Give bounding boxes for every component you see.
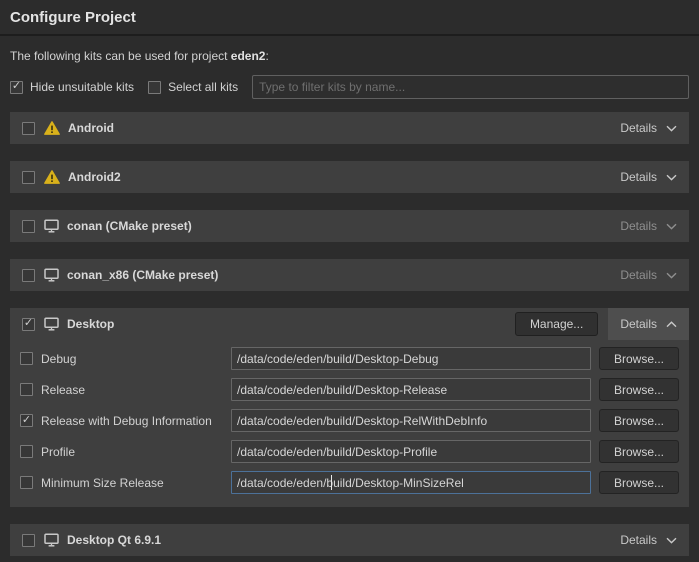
build-path-input-focused[interactable] xyxy=(231,471,591,494)
kit-name: Android2 xyxy=(68,170,121,184)
browse-button[interactable]: Browse... xyxy=(599,378,679,401)
kit-row-desktop[interactable]: Desktop Manage... Details xyxy=(10,308,689,340)
details-toggle[interactable]: Details xyxy=(608,161,689,193)
details-toggle[interactable]: Details xyxy=(608,524,689,556)
chevron-down-icon xyxy=(666,537,677,544)
hide-unsuitable-kits-label: Hide unsuitable kits xyxy=(30,80,134,94)
build-path-input[interactable] xyxy=(231,347,591,370)
build-path-input[interactable] xyxy=(231,440,591,463)
warning-icon xyxy=(44,170,60,184)
config-checkbox[interactable] xyxy=(20,445,33,458)
checkbox-checked-icon[interactable] xyxy=(10,81,23,94)
chevron-down-icon xyxy=(666,174,677,181)
details-toggle[interactable]: Details xyxy=(608,259,689,291)
config-row-debug: Debug Browse... xyxy=(20,347,679,370)
select-all-kits-checkbox[interactable]: Select all kits xyxy=(148,80,238,94)
details-label: Details xyxy=(620,317,657,331)
details-toggle[interactable]: Details xyxy=(608,308,689,340)
desktop-icon xyxy=(44,268,59,282)
kit-name: Desktop xyxy=(67,317,114,331)
config-row-release: Release Browse... xyxy=(20,378,679,401)
desktop-icon xyxy=(44,533,59,547)
config-row-relwithdebinfo: Release with Debug Information Browse... xyxy=(20,409,679,432)
path-field-wrap xyxy=(231,440,591,463)
config-row-minsizerel: Minimum Size Release Browse... xyxy=(20,471,679,494)
config-checkbox[interactable] xyxy=(20,414,33,427)
kit-checkbox[interactable] xyxy=(22,534,35,547)
kit-name: conan (CMake preset) xyxy=(67,219,192,233)
kit-name: conan_x86 (CMake preset) xyxy=(67,268,218,282)
details-label: Details xyxy=(620,170,657,184)
warning-icon xyxy=(44,121,60,135)
path-field-wrap xyxy=(231,471,591,494)
hide-unsuitable-kits-checkbox[interactable]: Hide unsuitable kits xyxy=(10,80,134,94)
kit-checkbox[interactable] xyxy=(22,171,35,184)
config-checkbox[interactable] xyxy=(20,476,33,489)
kit-row-conan-x86[interactable]: conan_x86 (CMake preset) Details xyxy=(10,259,689,291)
browse-button[interactable]: Browse... xyxy=(599,409,679,432)
chevron-down-icon xyxy=(666,223,677,230)
kit-checkbox[interactable] xyxy=(22,122,35,135)
kit-row-android[interactable]: Android Details xyxy=(10,112,689,144)
desktop-icon xyxy=(44,317,59,331)
kit-panel-desktop: Desktop Manage... Details Debug Browse..… xyxy=(10,308,689,507)
kit-list: Android Details Android2 Details xyxy=(10,112,689,556)
details-label: Details xyxy=(620,533,657,547)
browse-button[interactable]: Browse... xyxy=(599,471,679,494)
chevron-down-icon xyxy=(666,125,677,132)
build-path-input[interactable] xyxy=(231,409,591,432)
kit-filter-input[interactable] xyxy=(252,75,689,99)
kit-row-conan[interactable]: conan (CMake preset) Details xyxy=(10,210,689,242)
path-field-wrap xyxy=(231,347,591,370)
build-path-input[interactable] xyxy=(231,378,591,401)
config-label: Minimum Size Release xyxy=(41,476,231,490)
details-label: Details xyxy=(620,268,657,282)
desktop-icon xyxy=(44,219,59,233)
kit-checkbox[interactable] xyxy=(22,269,35,282)
details-toggle[interactable]: Details xyxy=(608,112,689,144)
intro-text: The following kits can be used for proje… xyxy=(10,49,689,63)
configure-project-page: Configure Project The following kits can… xyxy=(0,0,699,556)
project-name: eden2 xyxy=(231,49,266,63)
config-label: Release with Debug Information xyxy=(41,414,231,428)
kit-checkbox[interactable] xyxy=(22,318,35,331)
config-label: Release xyxy=(41,383,231,397)
kit-controls: Hide unsuitable kits Select all kits xyxy=(10,75,689,99)
chevron-up-icon xyxy=(666,321,677,328)
browse-button[interactable]: Browse... xyxy=(599,440,679,463)
kit-checkbox[interactable] xyxy=(22,220,35,233)
details-toggle[interactable]: Details xyxy=(608,210,689,242)
path-field-wrap xyxy=(231,378,591,401)
details-label: Details xyxy=(620,219,657,233)
browse-button[interactable]: Browse... xyxy=(599,347,679,370)
config-label: Profile xyxy=(41,445,231,459)
config-checkbox[interactable] xyxy=(20,352,33,365)
config-label: Debug xyxy=(41,352,231,366)
kit-row-desktop-qt[interactable]: Desktop Qt 6.9.1 Details xyxy=(10,524,689,556)
select-all-kits-label: Select all kits xyxy=(168,80,238,94)
intro-suffix: : xyxy=(265,49,268,63)
path-field-wrap xyxy=(231,409,591,432)
config-checkbox[interactable] xyxy=(20,383,33,396)
checkbox-unchecked-icon[interactable] xyxy=(148,81,161,94)
config-row-profile: Profile Browse... xyxy=(20,440,679,463)
details-label: Details xyxy=(620,121,657,135)
intro-prefix: The following kits can be used for proje… xyxy=(10,49,231,63)
kit-name: Desktop Qt 6.9.1 xyxy=(67,533,161,547)
kit-row-android2[interactable]: Android2 Details xyxy=(10,161,689,193)
page-title: Configure Project xyxy=(0,0,699,36)
manage-kits-button[interactable]: Manage... xyxy=(515,312,598,336)
chevron-down-icon xyxy=(666,272,677,279)
kit-name: Android xyxy=(68,121,114,135)
